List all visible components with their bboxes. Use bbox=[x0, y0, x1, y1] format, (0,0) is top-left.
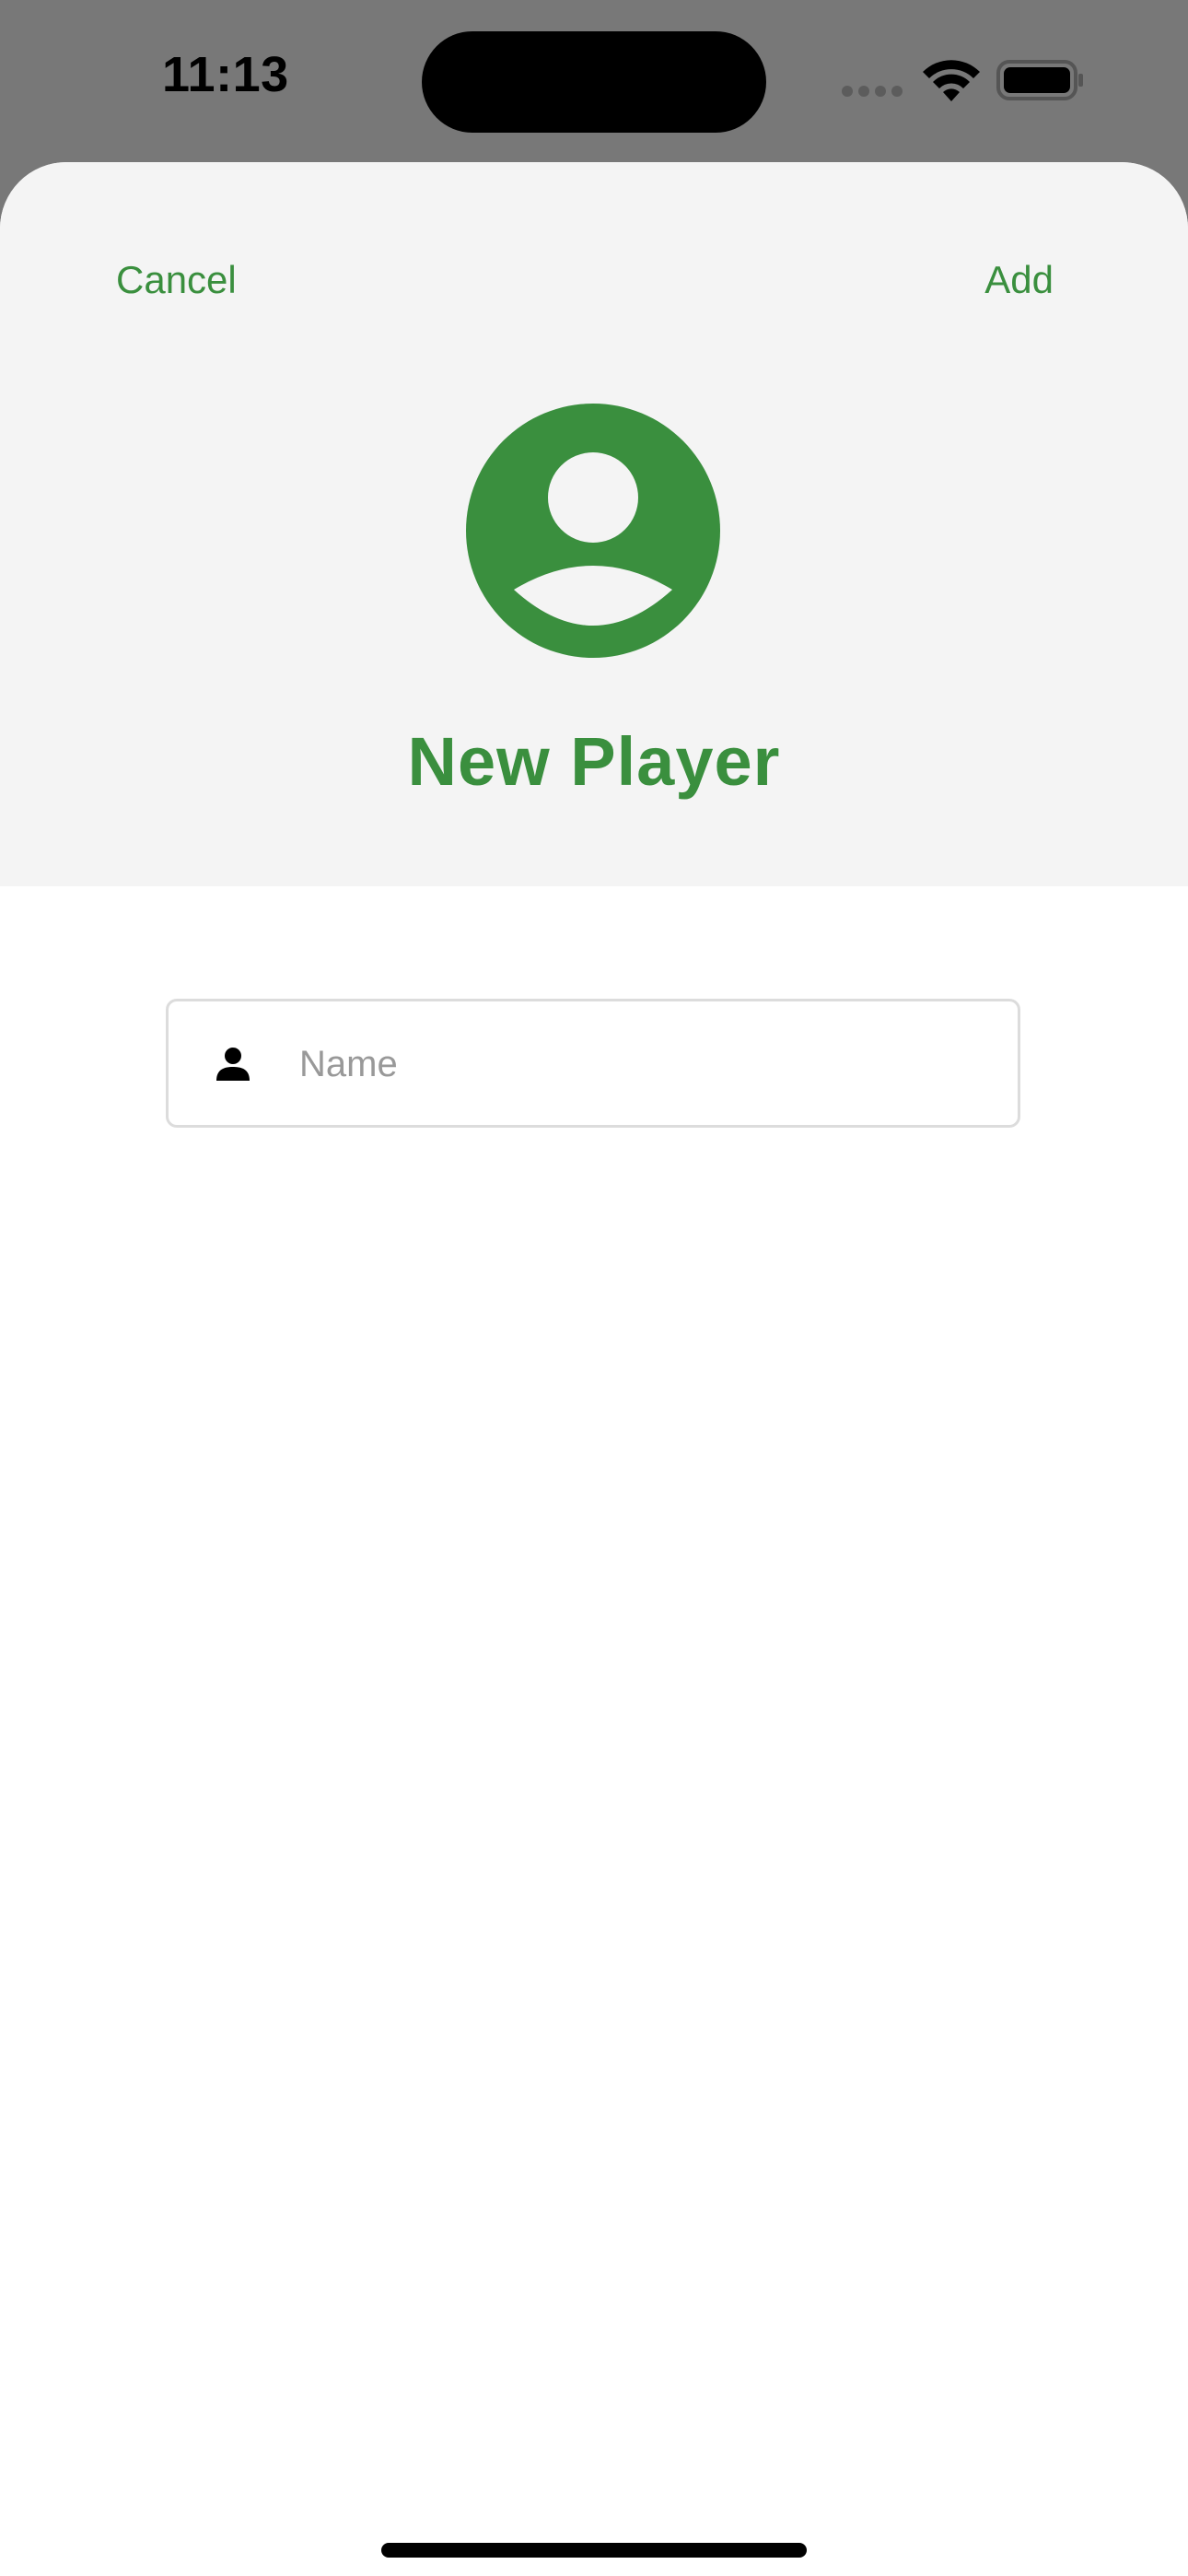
home-indicator[interactable] bbox=[381, 2543, 807, 2558]
screen: 11:13 Cancel Add New Player Name bbox=[0, 0, 1188, 2576]
dynamic-island bbox=[422, 31, 766, 133]
new-player-sheet: Cancel Add New Player bbox=[0, 162, 1188, 2576]
name-input[interactable] bbox=[299, 1027, 981, 1101]
status-bar: 11:13 bbox=[0, 0, 1188, 162]
status-time: 11:13 bbox=[162, 47, 289, 102]
cancel-button[interactable]: Cancel bbox=[116, 258, 237, 302]
wifi-icon bbox=[923, 60, 980, 101]
page-title: New Player bbox=[407, 723, 781, 800]
name-field[interactable] bbox=[166, 999, 1020, 1128]
cellular-signal-icon bbox=[842, 86, 904, 99]
sheet-header: Cancel Add New Player bbox=[0, 162, 1188, 886]
add-button[interactable]: Add bbox=[984, 258, 1054, 302]
battery-icon bbox=[996, 60, 1083, 100]
person-icon bbox=[216, 1048, 250, 1081]
person-circle-icon bbox=[466, 404, 720, 658]
